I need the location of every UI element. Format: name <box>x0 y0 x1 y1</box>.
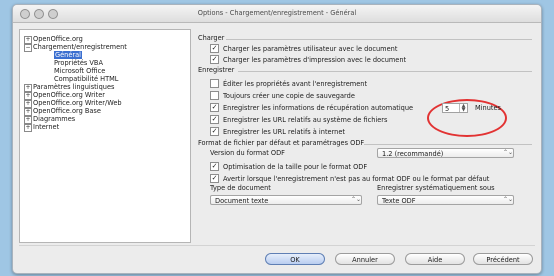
section-divider <box>364 144 532 145</box>
tree-item-writer[interactable]: + OpenOffice.org Writer <box>24 91 105 100</box>
minutes-label: Minutes <box>475 104 501 112</box>
edit-properties-checkbox[interactable]: Éditer les propriétés avant l'enregistre… <box>210 79 367 88</box>
autorecovery-checkbox[interactable]: ✓ Enregistrer les informations de récupé… <box>210 103 413 112</box>
collapse-icon[interactable]: − <box>24 44 32 52</box>
tree-item-general[interactable]: Général <box>54 51 82 59</box>
section-save-title: Enregistrer <box>198 66 235 74</box>
odf-version-label: Version du format ODF <box>210 149 285 157</box>
expand-icon[interactable]: + <box>24 84 32 92</box>
checkbox-checked-icon[interactable]: ✓ <box>210 103 219 112</box>
checkbox-unchecked-icon[interactable] <box>210 79 219 88</box>
section-divider <box>238 71 532 72</box>
tree-item-base[interactable]: + OpenOffice.org Base <box>24 107 101 116</box>
checkbox-unchecked-icon[interactable] <box>210 91 219 100</box>
always-save-as-select[interactable]: Texte ODF ⌃⌄ <box>377 195 514 205</box>
document-type-select[interactable]: Document texte ⌃⌄ <box>210 195 362 205</box>
section-format-title: Format de fichier par défaut et paramétr… <box>198 139 365 147</box>
spin-arrows-icon[interactable]: ▲ ▼ <box>459 104 467 113</box>
load-user-settings-checkbox[interactable]: ✓ Charger les paramètres utilisateur ave… <box>210 44 397 53</box>
checkbox-checked-icon[interactable]: ✓ <box>210 162 219 171</box>
tree-item-language[interactable]: + Paramètres linguistiques <box>24 83 114 92</box>
expand-icon[interactable]: + <box>24 36 32 44</box>
expand-icon[interactable]: + <box>24 92 32 100</box>
tree-item-internet[interactable]: + Internet <box>24 123 59 132</box>
tree-item-writer-web[interactable]: + OpenOffice.org Writer/Web <box>24 99 122 108</box>
select-arrows-icon: ⌃⌄ <box>351 196 362 203</box>
section-divider <box>226 39 532 40</box>
size-optimization-checkbox[interactable]: ✓ Optimisation de la taille pour le form… <box>210 162 367 171</box>
back-button[interactable]: Précédent <box>473 253 533 265</box>
expand-icon[interactable]: + <box>24 116 32 124</box>
zoom-window-button[interactable] <box>48 9 58 19</box>
warn-non-odf-checkbox[interactable]: ✓ Avertir lorsque l'enregistrement n'est… <box>210 174 489 183</box>
options-tree: + OpenOffice.org − Chargement/enregistreme… <box>19 29 191 243</box>
window-title: Options - Chargement/enregistrement - Gé… <box>197 9 357 17</box>
load-printer-settings-checkbox[interactable]: ✓ Charger les paramètres d'impression av… <box>210 55 406 64</box>
ok-button[interactable]: OK <box>265 253 325 265</box>
close-window-button[interactable] <box>20 9 30 19</box>
tree-item-load-save[interactable]: − Chargement/enregistrement <box>24 43 127 52</box>
select-arrows-icon: ⌃⌄ <box>503 196 514 203</box>
tree-item-charts[interactable]: + Diagrammes <box>24 115 75 124</box>
minimize-window-button[interactable] <box>34 9 44 19</box>
checkbox-checked-icon[interactable]: ✓ <box>210 174 219 183</box>
select-arrows-icon: ⌃⌄ <box>503 149 514 156</box>
checkbox-checked-icon[interactable]: ✓ <box>210 44 219 53</box>
dialog-footer: OK Annuler Aide Précédent <box>19 245 535 272</box>
expand-icon[interactable]: + <box>24 124 32 132</box>
title-bar: Options - Chargement/enregistrement - Gé… <box>13 5 541 23</box>
expand-icon[interactable]: + <box>24 100 32 108</box>
tree-item-ms-office[interactable]: Microsoft Office <box>54 67 105 75</box>
autorecovery-minutes-spinbox[interactable]: 5 ▲ ▼ <box>442 103 468 113</box>
expand-icon[interactable]: + <box>24 108 32 116</box>
checkbox-checked-icon[interactable]: ✓ <box>210 127 219 136</box>
relative-url-internet-checkbox[interactable]: ✓ Enregistrer les URL relatifs à interne… <box>210 127 345 136</box>
odf-version-select[interactable]: 1.2 (recommandé) ⌃⌄ <box>377 148 514 158</box>
tree-item-html[interactable]: Compatibilité HTML <box>54 75 118 83</box>
options-dialog: Options - Chargement/enregistrement - Gé… <box>12 4 542 274</box>
relative-url-filesystem-checkbox[interactable]: ✓ Enregistrer les URL relatifs au systèm… <box>210 115 387 124</box>
window-controls <box>20 9 58 19</box>
checkbox-checked-icon[interactable]: ✓ <box>210 115 219 124</box>
document-type-label: Type de document <box>210 184 271 192</box>
backup-copy-checkbox[interactable]: Toujours créer une copie de sauvegarde <box>210 91 355 100</box>
settings-panel: Charger ✓ Charger les paramètres utilisa… <box>196 29 534 241</box>
cancel-button[interactable]: Annuler <box>335 253 395 265</box>
section-load-title: Charger <box>198 34 225 42</box>
tree-item-vba[interactable]: Propriétés VBA <box>54 59 103 67</box>
tree-item-openoffice[interactable]: + OpenOffice.org <box>24 35 83 44</box>
checkbox-checked-icon[interactable]: ✓ <box>210 55 219 64</box>
help-button[interactable]: Aide <box>405 253 465 265</box>
always-save-as-label: Enregistrer systématiquement sous <box>377 184 495 192</box>
